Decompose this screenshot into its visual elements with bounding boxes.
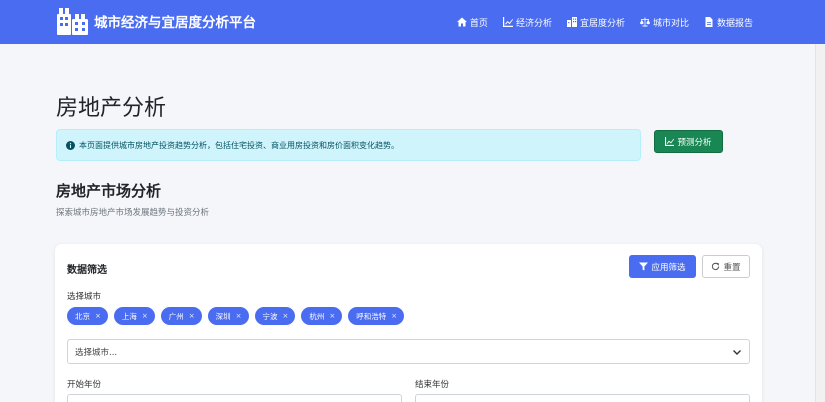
city-buildings-icon bbox=[57, 8, 88, 35]
nav-item-economy[interactable]: 经济分析 bbox=[502, 16, 552, 29]
remove-tag-icon[interactable]: × bbox=[391, 312, 397, 320]
section-title: 房地产市场分析 bbox=[56, 182, 162, 200]
remove-tag-icon[interactable]: × bbox=[142, 312, 148, 320]
start-year-label: 开始年份 bbox=[67, 380, 102, 390]
city-tag[interactable]: 深圳 × bbox=[207, 307, 249, 325]
info-circle-icon bbox=[66, 140, 75, 150]
chevron-down-icon bbox=[733, 350, 741, 355]
nav-item-livability[interactable]: 宜居度分析 bbox=[566, 16, 625, 29]
start-year-select[interactable] bbox=[67, 394, 402, 402]
redo-icon bbox=[712, 262, 720, 271]
balance-scale-icon bbox=[639, 17, 650, 27]
remove-tag-icon[interactable]: × bbox=[95, 312, 101, 320]
city-select-placeholder: 选择城市... bbox=[75, 347, 118, 358]
data-filter-card: 数据筛选 应用筛选 重置 选择城市 北京 × 上海 × 广州 × 深圳 × 宁波 × 杭州… bbox=[55, 244, 762, 402]
app-title: 城市经济与宜居度分析平台 bbox=[94, 15, 256, 31]
nav-item-report[interactable]: 数据报告 bbox=[704, 16, 753, 29]
nav-item-home[interactable]: 首页 bbox=[456, 16, 488, 29]
city-tag[interactable]: 北京 × bbox=[67, 307, 108, 325]
alert-text: 本页面提供城市房地产投资趋势分析，包括住宅投资、商业用房投资和房价面积变化趋势。 bbox=[79, 140, 399, 150]
page-scrollbar[interactable] bbox=[815, 44, 825, 402]
page-title: 房地产分析 bbox=[56, 96, 167, 121]
end-year-select[interactable] bbox=[415, 394, 750, 402]
info-alert: 本页面提供城市房地产投资趋势分析，包括住宅投资、商业用房投资和房价面积变化趋势。 bbox=[56, 129, 641, 161]
city-tag[interactable]: 宁波 × bbox=[254, 307, 296, 325]
remove-tag-icon[interactable]: × bbox=[283, 312, 289, 320]
remove-tag-icon[interactable]: × bbox=[189, 312, 195, 320]
building-icon bbox=[566, 17, 577, 27]
filter-card-title: 数据筛选 bbox=[67, 265, 107, 276]
predict-analysis-button[interactable]: 预测分析 bbox=[654, 130, 723, 153]
city-tag[interactable]: 上海 × bbox=[113, 307, 155, 325]
section-subtitle: 探索城市房地产市场发展趋势与投资分析 bbox=[56, 208, 210, 218]
main-nav: 首页 经济分析 宜居度分析 城市对比 数据报告 bbox=[442, 0, 753, 44]
brand[interactable]: 城市经济与宜居度分析平台 bbox=[56, 6, 256, 36]
apply-filter-button[interactable]: 应用筛选 bbox=[629, 255, 696, 278]
top-navbar: 城市经济与宜居度分析平台 首页 经济分析 宜居度分析 城市对比 数据报告 bbox=[0, 0, 825, 44]
city-select-label: 选择城市 bbox=[67, 292, 102, 302]
chart-line-icon bbox=[665, 137, 675, 146]
reset-button[interactable]: 重置 bbox=[702, 255, 750, 278]
filter-icon bbox=[639, 262, 649, 271]
end-year-label: 结束年份 bbox=[415, 380, 450, 390]
city-tag[interactable]: 呼和浩特 × bbox=[348, 307, 405, 325]
file-icon bbox=[705, 17, 713, 27]
selected-city-tags: 北京 × 上海 × 广州 × 深圳 × 宁波 × 杭州 × 呼和浩特 × bbox=[67, 307, 410, 325]
home-icon bbox=[456, 17, 467, 27]
remove-tag-icon[interactable]: × bbox=[329, 312, 335, 320]
nav-item-compare[interactable]: 城市对比 bbox=[639, 16, 689, 29]
city-tag[interactable]: 广州 × bbox=[160, 307, 202, 325]
chart-line-icon bbox=[502, 17, 513, 27]
city-select[interactable]: 选择城市... bbox=[67, 339, 750, 364]
remove-tag-icon[interactable]: × bbox=[236, 312, 242, 320]
city-tag[interactable]: 杭州 × bbox=[301, 307, 343, 325]
